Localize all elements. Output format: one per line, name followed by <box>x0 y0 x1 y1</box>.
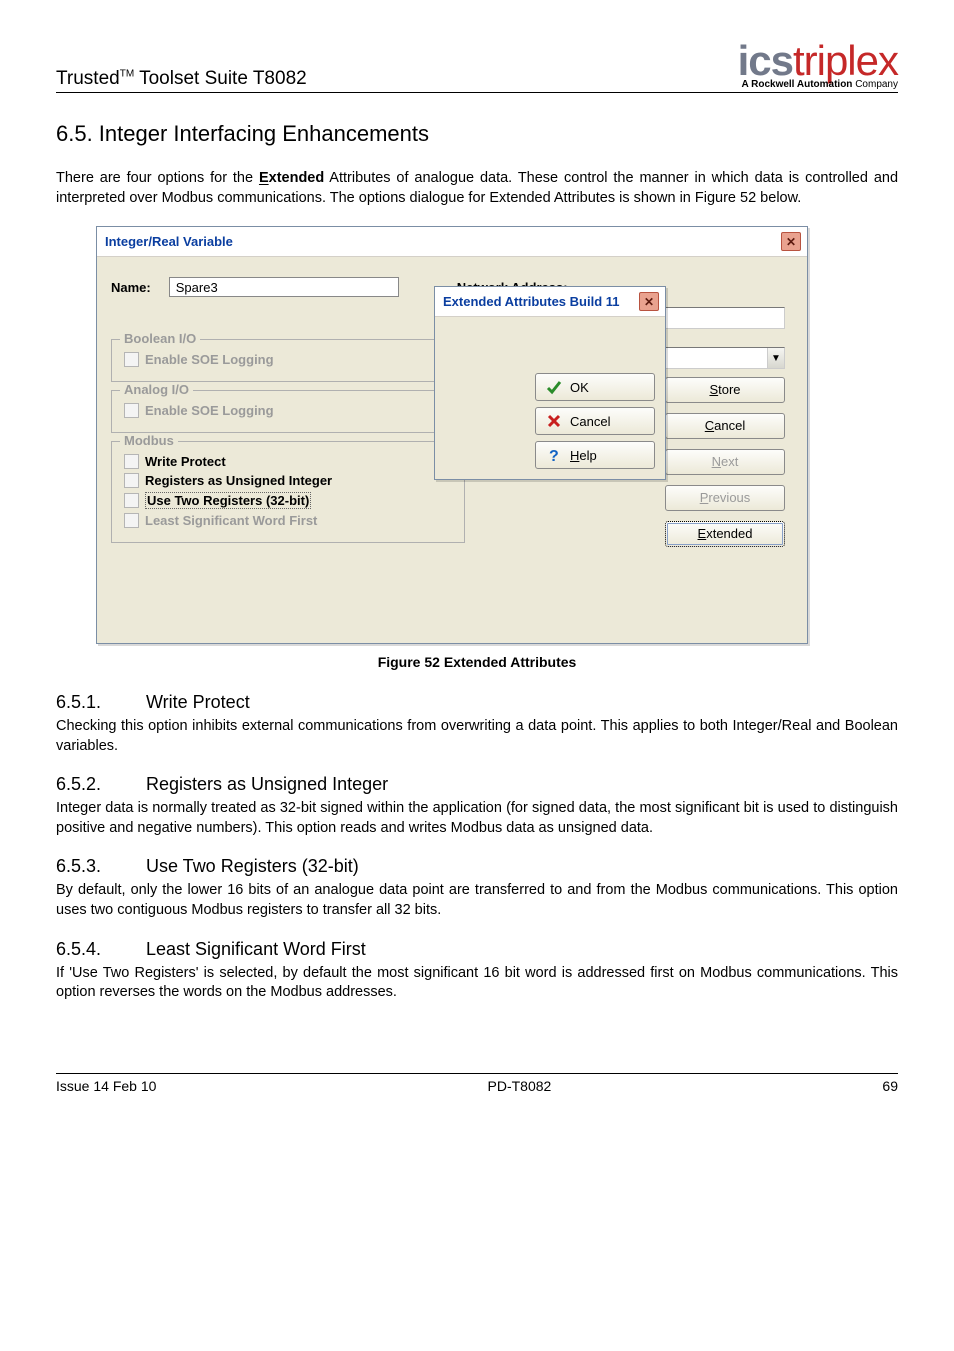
chk-write-protect-label: Write Protect <box>145 454 226 469</box>
checkbox-icon[interactable] <box>124 403 139 418</box>
footer-right: 69 <box>882 1078 898 1094</box>
chevron-down-icon[interactable]: ▼ <box>767 348 784 368</box>
chk-use-two-registers-label: Use Two Registers (32-bit) <box>145 492 311 509</box>
section-heading: 6.5. Integer Interfacing Enhancements <box>56 121 898 147</box>
figure-caption: Figure 52 Extended Attributes <box>56 654 898 670</box>
x-icon <box>546 413 562 429</box>
logo-text-triplex: triplex <box>793 37 898 84</box>
subheading-6-5-1: 6.5.1.Write Protect <box>56 692 898 713</box>
close-icon[interactable]: ✕ <box>639 292 659 311</box>
chk-analog-soe: Enable SOE Logging <box>124 403 454 418</box>
company-logo: icstriplex A Rockwell Automation Company <box>738 40 898 90</box>
chk-boolean-soe: Enable SOE Logging <box>124 352 454 367</box>
chk-least-significant-label: Least Significant Word First <box>145 513 317 528</box>
logo-text-ics: ics <box>738 37 793 84</box>
chk-write-protect: Write Protect <box>124 454 454 469</box>
combo-field[interactable]: ie) ▼ <box>645 347 785 369</box>
subheading-6-5-3: 6.5.3.Use Two Registers (32-bit) <box>56 856 898 877</box>
previous-button[interactable]: Previous <box>665 485 785 511</box>
dialog-figure: Integer/Real Variable ✕ Name: Network Ad… <box>96 226 808 644</box>
sub-6-5-2-body: Integer data is normally treated as 32-b… <box>56 799 898 838</box>
sub-6-5-4-body: If 'Use Two Registers' is selected, by d… <box>56 964 898 1003</box>
page-header: TrustedTM Toolset Suite T8082 icstriplex… <box>56 40 898 93</box>
chk-boolean-soe-label: Enable SOE Logging <box>145 352 274 367</box>
subheading-6-5-2: 6.5.2.Registers as Unsigned Integer <box>56 774 898 795</box>
logo-subtext-bold: A Rockwell Automation <box>741 79 852 90</box>
store-button[interactable]: Store <box>665 377 785 403</box>
inner-dialog-titlebar: Extended Attributes Build 11 ✕ <box>435 287 665 317</box>
chk-least-significant: Least Significant Word First <box>124 513 454 528</box>
group-analog-io: Analog I/O Enable SOE Logging <box>111 390 465 433</box>
group-boolean-title: Boolean I/O <box>120 331 200 346</box>
cancel-inner-label: Cancel <box>570 414 610 429</box>
help-button[interactable]: ? Help <box>535 441 655 469</box>
name-label: Name: <box>111 280 151 295</box>
intro-bold-rest: xtended <box>269 170 325 186</box>
inner-dialog-title: Extended Attributes Build 11 <box>443 294 620 309</box>
sub-6-5-3-body: By default, only the lower 16 bits of an… <box>56 881 898 920</box>
close-icon[interactable]: ✕ <box>781 232 801 251</box>
inner-button-column: OK Cancel ? Help <box>435 317 665 479</box>
product-title: TrustedTM Toolset Suite T8082 <box>56 68 307 90</box>
logo-subtext: Company <box>852 79 898 90</box>
ok-button[interactable]: OK <box>535 373 655 401</box>
sub-6-5-1-body: Checking this option inhibits external c… <box>56 717 898 756</box>
question-icon: ? <box>546 447 562 463</box>
footer-center: PD-T8082 <box>488 1078 552 1094</box>
cancel-inner-button[interactable]: Cancel <box>535 407 655 435</box>
chk-registers-unsigned-label: Registers as Unsigned Integer <box>145 473 332 488</box>
svg-text:?: ? <box>549 448 559 463</box>
extended-button[interactable]: Extended <box>665 521 785 547</box>
intro-paragraph: There are four options for the Extended … <box>56 169 898 208</box>
network-address-input[interactable] <box>665 307 785 329</box>
checkbox-icon[interactable] <box>124 454 139 469</box>
next-button[interactable]: Next <box>665 449 785 475</box>
dialog-button-column: Store Cancel Next Previous Extended <box>665 377 785 547</box>
checkbox-icon[interactable] <box>124 473 139 488</box>
outer-dialog-title: Integer/Real Variable <box>105 234 233 249</box>
checkbox-icon[interactable] <box>124 493 139 508</box>
footer-left: Issue 14 Feb 10 <box>56 1078 156 1094</box>
chk-registers-unsigned: Registers as Unsigned Integer <box>124 473 454 488</box>
group-modbus-title: Modbus <box>120 433 178 448</box>
subheading-6-5-4: 6.5.4.Least Significant Word First <box>56 939 898 960</box>
chk-use-two-registers: Use Two Registers (32-bit) <box>124 492 454 509</box>
inner-dialog: Extended Attributes Build 11 ✕ OK Cancel <box>434 286 666 480</box>
checkbox-icon[interactable] <box>124 352 139 367</box>
page-footer: Issue 14 Feb 10 PD-T8082 69 <box>56 1073 898 1094</box>
outer-dialog-titlebar: Integer/Real Variable ✕ <box>97 227 807 257</box>
checkbox-icon[interactable] <box>124 513 139 528</box>
check-icon <box>546 379 562 395</box>
ok-label: OK <box>570 380 589 395</box>
chk-analog-soe-label: Enable SOE Logging <box>145 403 274 418</box>
name-input[interactable] <box>169 277 399 297</box>
cancel-button[interactable]: Cancel <box>665 413 785 439</box>
group-analog-title: Analog I/O <box>120 382 193 397</box>
intro-pre: There are four options for the <box>56 170 259 186</box>
group-boolean-io: Boolean I/O Enable SOE Logging <box>111 339 465 382</box>
group-modbus: Modbus Write Protect Registers as Unsign… <box>111 441 465 543</box>
